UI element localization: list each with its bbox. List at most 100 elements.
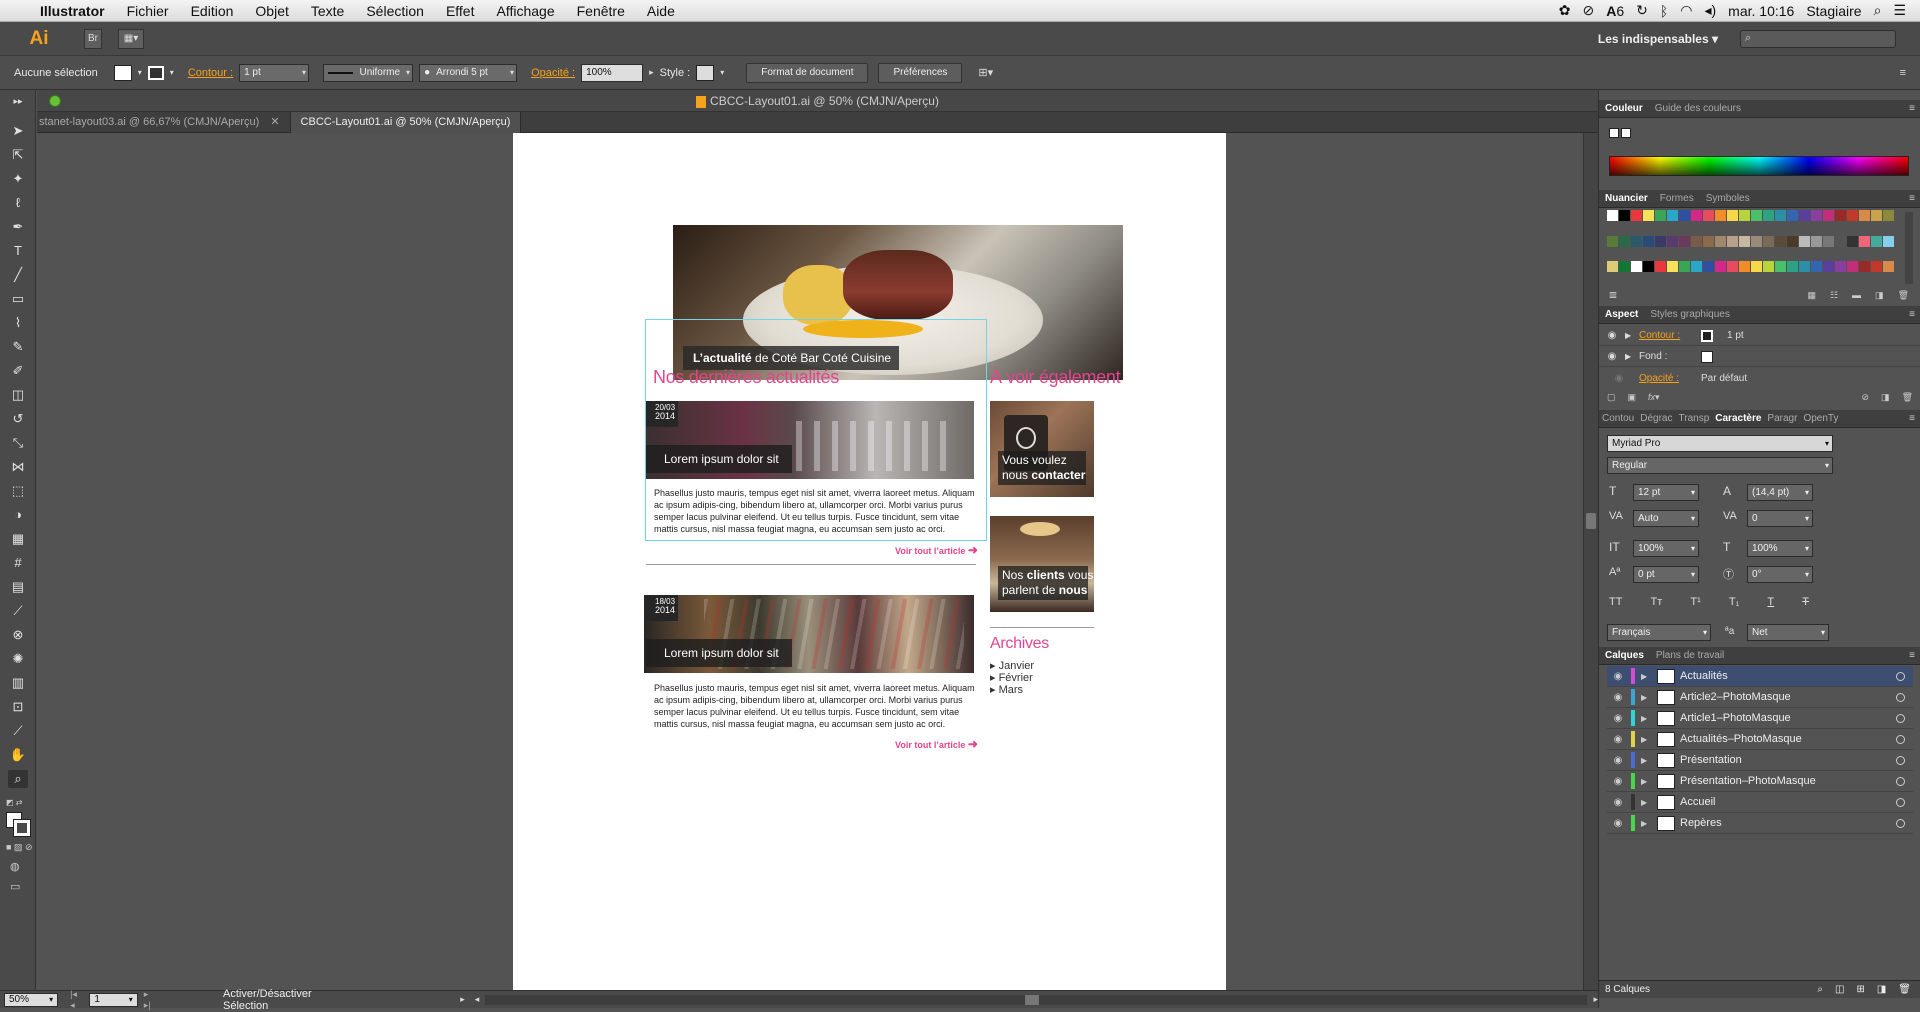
magic-wand-tool-icon[interactable]: ✦: [8, 170, 28, 188]
user-name[interactable]: Stagiaire: [1806, 3, 1861, 19]
swatch[interactable]: [1787, 210, 1798, 221]
visibility-eye-icon[interactable]: ◉: [1607, 776, 1629, 787]
vertical-scrollbar[interactable]: [1583, 133, 1598, 990]
superscript-icon[interactable]: T¹: [1690, 596, 1700, 608]
swatch[interactable]: [1883, 261, 1894, 273]
visibility-eye-icon[interactable]: ◉: [1607, 734, 1629, 745]
swatch[interactable]: [1667, 261, 1678, 273]
target-circle-icon[interactable]: [1896, 797, 1905, 807]
swatch[interactable]: [1631, 261, 1642, 273]
artboard[interactable]: L’actualité de Coté Bar Coté Cuisine Nos…: [513, 133, 1226, 990]
expand-triangle-icon[interactable]: ▶: [1625, 331, 1639, 340]
panel-menu-icon[interactable]: ≡: [1909, 103, 1915, 114]
tab-couleur[interactable]: Couleur: [1599, 103, 1649, 114]
expand-triangle-icon[interactable]: ▶: [1641, 735, 1657, 744]
blob-brush-tool-icon[interactable]: ✐: [8, 362, 28, 380]
swatch[interactable]: [1871, 210, 1882, 221]
expand-triangle-icon[interactable]: ▶: [1641, 798, 1657, 807]
tab-contour[interactable]: Contou: [1599, 413, 1637, 424]
tools-collapse-icon[interactable]: ▸▸: [8, 96, 28, 106]
swatch[interactable]: [1727, 235, 1738, 247]
target-circle-icon[interactable]: [1896, 713, 1905, 723]
archive-item[interactable]: ▸ Janvier: [990, 660, 1034, 672]
swatch[interactable]: [1619, 261, 1630, 273]
swatch[interactable]: [1811, 261, 1822, 273]
visibility-eye-icon[interactable]: ◉: [1607, 671, 1629, 682]
kerning-field[interactable]: Auto ▾: [1633, 510, 1699, 527]
fx-icon[interactable]: fx▾: [1648, 392, 1660, 403]
menu-aide[interactable]: Aide: [636, 3, 686, 19]
swatch[interactable]: [1787, 261, 1798, 273]
archive-item[interactable]: ▸ Février: [990, 672, 1034, 684]
swatch[interactable]: [1607, 235, 1618, 247]
font-size-field[interactable]: 12 pt ▾: [1633, 484, 1699, 501]
clear-appearance-icon[interactable]: ⊘: [1862, 392, 1870, 403]
all-caps-icon[interactable]: TT: [1609, 596, 1622, 608]
pencil-tool-icon[interactable]: ✎: [8, 338, 28, 356]
swatch[interactable]: [1799, 235, 1810, 247]
tab-formes[interactable]: Formes: [1654, 193, 1700, 204]
expand-triangle-icon[interactable]: ▶: [1641, 819, 1657, 828]
swatch[interactable]: [1775, 261, 1786, 273]
bridge-button[interactable]: Br: [84, 28, 102, 49]
menu-edition[interactable]: Edition: [180, 3, 245, 19]
help-search-input[interactable]: ⌕: [1740, 29, 1896, 48]
align-options-icon[interactable]: ⊞▾: [978, 66, 993, 79]
drawing-modes-icon[interactable]: ◍: [10, 860, 20, 873]
panel-menu-icon[interactable]: ≡: [1909, 650, 1915, 661]
swatch[interactable]: [1739, 210, 1750, 221]
swatch[interactable]: [1703, 261, 1714, 273]
notifications-icon[interactable]: ☰: [1893, 2, 1906, 19]
graphic-style-swatch[interactable]: [696, 64, 715, 81]
vertical-scale-field[interactable]: 100% ▾: [1633, 540, 1699, 557]
h-scroll-thumb[interactable]: [1025, 994, 1040, 1005]
swatch[interactable]: [1667, 210, 1678, 221]
brush-definition[interactable]: ● Arrondi 5 pt ▾: [419, 63, 518, 82]
layer-row[interactable]: ◉ ▶ Actualités: [1607, 666, 1913, 687]
first-page-icon[interactable]: |◂ ◂: [70, 989, 83, 1011]
swatch[interactable]: [1679, 261, 1690, 273]
menu-selection[interactable]: Sélection: [355, 3, 435, 19]
tab-opentype[interactable]: OpenTy: [1800, 413, 1841, 424]
swatch[interactable]: [1679, 210, 1690, 221]
new-swatch-icon[interactable]: ◨: [1875, 290, 1884, 301]
horizontal-scrollbar[interactable]: [485, 994, 1588, 1005]
expand-triangle-icon[interactable]: ▶: [1641, 777, 1657, 786]
add-stroke-icon[interactable]: ▢: [1607, 392, 1616, 403]
swatch[interactable]: [1847, 210, 1858, 221]
swatch[interactable]: [1751, 210, 1762, 221]
font-family-field[interactable]: Myriad Pro ▾: [1607, 435, 1833, 452]
none-swatch-icon[interactable]: [1609, 128, 1619, 138]
panel-menu-icon[interactable]: ≡: [1909, 413, 1915, 424]
testimonials-card[interactable]: Nos clients vous parlent de nous: [990, 516, 1094, 612]
volume-icon[interactable]: ◂): [1704, 2, 1716, 19]
visibility-eye-icon[interactable]: ◉: [1607, 797, 1629, 808]
direct-selection-tool-icon[interactable]: ⇱: [8, 146, 28, 164]
swatch[interactable]: [1727, 210, 1738, 221]
swatch[interactable]: [1871, 235, 1882, 247]
show-kinds-icon[interactable]: ▦: [1807, 290, 1816, 301]
opacity-arrow-icon[interactable]: ▸: [649, 67, 654, 78]
swatch[interactable]: [1859, 235, 1870, 247]
swatch[interactable]: [1691, 261, 1702, 273]
swatch[interactable]: [1643, 261, 1654, 273]
swatch[interactable]: [1607, 261, 1618, 273]
stroke-weight-field[interactable]: 1 pt ▾: [239, 63, 310, 82]
page-field[interactable]: 1 ▾: [89, 992, 138, 1007]
menu-affichage[interactable]: Affichage: [485, 3, 565, 19]
target-circle-icon[interactable]: [1896, 734, 1905, 744]
mesh-tool-icon[interactable]: #: [8, 554, 28, 572]
wifi-icon[interactable]: ◠: [1680, 2, 1692, 19]
subscript-icon[interactable]: T₁: [1729, 596, 1739, 608]
swatch[interactable]: [1859, 210, 1870, 221]
scroll-thumb[interactable]: [1586, 513, 1596, 529]
free-transform-tool-icon[interactable]: ⬚: [8, 482, 28, 500]
panel-menu-icon[interactable]: ≡: [1909, 193, 1915, 204]
opacity-label[interactable]: Opacité :: [531, 67, 575, 79]
eyedropper-tool-icon[interactable]: ⟋: [8, 602, 28, 620]
no-entry-icon[interactable]: ⊘: [1582, 2, 1594, 19]
layer-row[interactable]: ◉ ▶ Article2–PhotoMasque: [1607, 687, 1913, 708]
menu-texte[interactable]: Texte: [300, 3, 355, 19]
swatch[interactable]: [1835, 235, 1846, 247]
menu-fenetre[interactable]: Fenêtre: [566, 3, 636, 19]
